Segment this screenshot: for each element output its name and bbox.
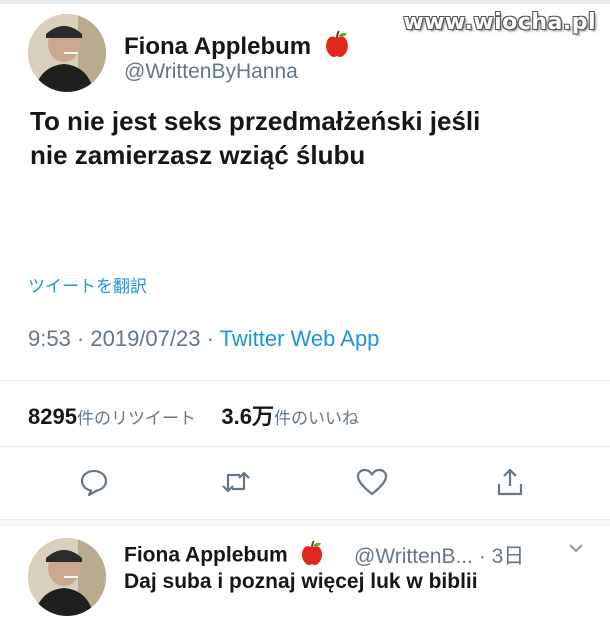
source-app-link[interactable]: Twitter Web App bbox=[220, 326, 380, 351]
reply-icon bbox=[80, 469, 108, 497]
timestamp[interactable]: 9:53 · 2019/07/23 · bbox=[28, 326, 220, 351]
author-handle[interactable]: @WrittenByHanna bbox=[124, 60, 298, 84]
tweet-text-line: To nie jest seks przedmałżeński jeśli bbox=[30, 106, 481, 136]
apple-icon bbox=[300, 540, 324, 572]
divider bbox=[0, 446, 610, 447]
reply-avatar[interactable] bbox=[28, 538, 106, 616]
tweet-meta: 9:53 · 2019/07/23 · Twitter Web App bbox=[28, 326, 379, 352]
reply-text: Daj suba i poznaj więcej luk w biblii bbox=[124, 570, 478, 593]
share-button[interactable] bbox=[490, 462, 530, 502]
tweet-stats: 8295件のリツイート 3.6万件のいいね bbox=[28, 399, 359, 431]
tweet-text: To nie jest seks przedmałżeński jeśli ni… bbox=[30, 104, 590, 172]
divider bbox=[0, 380, 610, 381]
avatar-image bbox=[28, 538, 106, 616]
retweets-label: 件のリツイート bbox=[76, 409, 196, 429]
reply-button[interactable] bbox=[74, 462, 114, 502]
avatar-image bbox=[28, 14, 106, 92]
top-border bbox=[0, 0, 610, 4]
reply-author-handle[interactable]: @WrittenB... · 3日 bbox=[354, 540, 524, 570]
translate-link[interactable]: ツイートを翻訳 bbox=[28, 272, 147, 297]
share-icon bbox=[497, 468, 523, 496]
reply-author-name[interactable]: Fiona Applebum bbox=[124, 540, 324, 572]
apple-icon bbox=[324, 30, 350, 65]
heart-icon bbox=[356, 468, 388, 496]
section-separator bbox=[0, 519, 610, 527]
more-options-button[interactable] bbox=[566, 538, 586, 563]
like-button[interactable] bbox=[352, 462, 392, 502]
author-name-text: Fiona Applebum bbox=[124, 32, 312, 60]
likes-stat[interactable]: 3.6万件のいいね bbox=[221, 404, 359, 429]
likes-count: 3.6万 bbox=[221, 404, 274, 429]
chevron-down-icon bbox=[569, 544, 583, 553]
tweet-text-line: nie zamierzasz wziąć ślubu bbox=[30, 140, 366, 170]
retweet-icon bbox=[222, 471, 250, 493]
avatar[interactable] bbox=[28, 14, 106, 92]
watermark: www.wiocha.pl bbox=[403, 10, 596, 35]
likes-label: 件のいいね bbox=[273, 409, 359, 429]
reply-author-name-text: Fiona Applebum bbox=[124, 543, 288, 567]
retweet-button[interactable] bbox=[216, 462, 256, 502]
retweets-stat[interactable]: 8295件のリツイート bbox=[28, 404, 196, 429]
retweets-count: 8295 bbox=[28, 404, 77, 429]
